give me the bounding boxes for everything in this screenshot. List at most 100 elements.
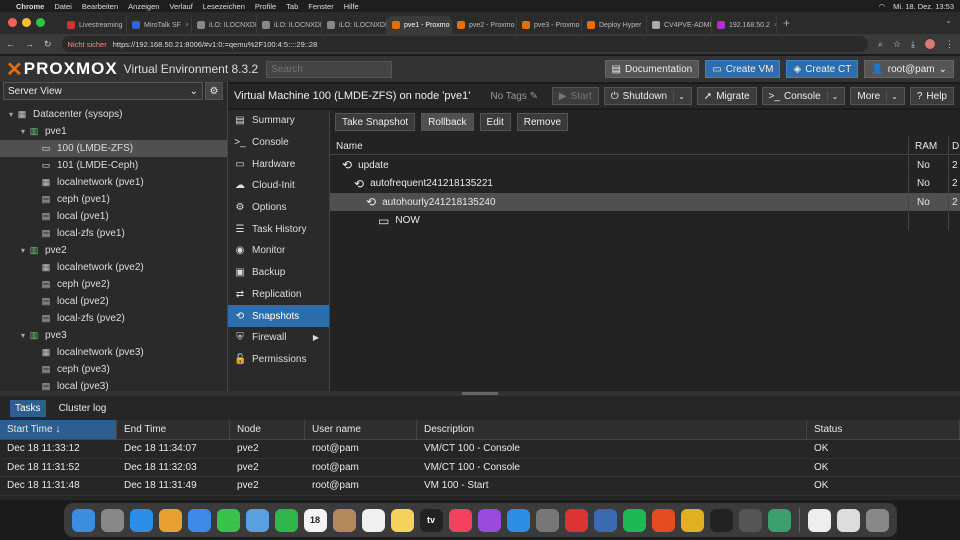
- column-date[interactable]: D: [948, 137, 960, 154]
- zoom-icon[interactable]: ⌕: [878, 39, 883, 50]
- user-menu-button[interactable]: 👤 root@pam ⌄: [864, 60, 954, 78]
- tree-item[interactable]: ▦ localnetwork (pve2): [0, 259, 227, 276]
- menu-item[interactable]: Fenster: [308, 2, 333, 11]
- browser-tab[interactable]: iLO: ILOCNXDI×: [322, 16, 387, 34]
- tree-item[interactable]: ▤ ceph (pve1): [0, 191, 227, 208]
- pencil-icon[interactable]: ✎: [530, 91, 538, 102]
- tree-item[interactable]: ▾ ▥ pve3: [0, 327, 227, 344]
- task-row[interactable]: Dec 18 11:33:12 Dec 18 11:34:07 pve2 root@p…: [0, 440, 960, 459]
- calculator-icon[interactable]: [738, 508, 762, 532]
- clock[interactable]: Mi. 18. Dez. 13:53: [893, 2, 954, 11]
- nav-item-hardware[interactable]: ▭ Hardware: [228, 153, 329, 175]
- bookmark-star-icon[interactable]: ☆: [893, 39, 901, 50]
- chevron-down-icon[interactable]: ▾: [18, 246, 28, 255]
- snapshot-row[interactable]: ⟲ update No 2: [330, 156, 960, 174]
- tree-item[interactable]: ▦ localnetwork (pve3): [0, 344, 227, 361]
- column-description[interactable]: Description: [417, 420, 807, 439]
- preview-icon[interactable]: [836, 508, 860, 532]
- snapshot-row[interactable]: ⟲ autofrequent241218135221 No 2: [330, 174, 960, 193]
- browser-tab[interactable]: pve1 - Proxmo×: [387, 16, 452, 34]
- reminders-icon[interactable]: [361, 508, 385, 532]
- url-text[interactable]: https://192.168.50.21:8006/#v1:0:=qemu%2…: [113, 40, 318, 49]
- nav-item-monitor[interactable]: ◉ Monitor: [228, 240, 329, 262]
- new-tab-button[interactable]: +: [783, 16, 790, 30]
- task-row[interactable]: Dec 18 11:31:48 Dec 18 11:31:49 pve2 root@p…: [0, 477, 960, 496]
- tree-item[interactable]: ▤ local-zfs (pve2): [0, 310, 227, 327]
- anydesk-icon[interactable]: [564, 508, 588, 532]
- address-field[interactable]: Nicht sicher https://192.168.50.21:8006/…: [61, 36, 868, 52]
- column-start-time[interactable]: Start Time ↓: [0, 420, 117, 439]
- browser-tab[interactable]: MiroTalk SF ×: [127, 16, 192, 34]
- wifi-icon[interactable]: ◠: [879, 2, 886, 11]
- tv-icon[interactable]: tv: [419, 508, 443, 532]
- terminal-icon[interactable]: [709, 508, 733, 532]
- documentation-button[interactable]: ▤ Documentation: [604, 60, 700, 78]
- nav-item-console[interactable]: >_ Console: [228, 132, 329, 154]
- snapshot-row[interactable]: ⟲ autohourly241218135240 No 2: [330, 193, 960, 211]
- finder-icon[interactable]: [71, 508, 95, 532]
- launchpad-icon[interactable]: [100, 508, 124, 532]
- tags-editor[interactable]: No Tags ✎: [490, 91, 538, 102]
- nav-item-permissions[interactable]: 🔓 Permissions: [228, 349, 329, 371]
- help-button[interactable]: ? Help: [909, 87, 954, 105]
- messages-icon[interactable]: [216, 508, 240, 532]
- menu-item[interactable]: Datei: [54, 2, 72, 11]
- close-tab-icon[interactable]: ×: [774, 22, 776, 29]
- splitter-grip[interactable]: [462, 392, 498, 395]
- start-button[interactable]: ▶ Start: [551, 87, 599, 105]
- minimize-window-button[interactable]: [22, 18, 31, 27]
- safari-icon[interactable]: [129, 508, 153, 532]
- tab-tasks[interactable]: Tasks: [10, 399, 46, 417]
- nav-item-snapshots[interactable]: ⟲ Snapshots: [228, 305, 329, 327]
- menu-item[interactable]: Profile: [255, 2, 276, 11]
- menu-item[interactable]: Bearbeiten: [82, 2, 118, 11]
- appstore-icon[interactable]: [506, 508, 530, 532]
- create-ct-button[interactable]: ◈ Create CT: [786, 60, 859, 78]
- tree-item[interactable]: ▤ ceph (pve2): [0, 276, 227, 293]
- column-end-time[interactable]: End Time: [117, 420, 230, 439]
- maps-icon[interactable]: [245, 508, 269, 532]
- notes-icon[interactable]: [390, 508, 414, 532]
- mail-icon[interactable]: [187, 508, 211, 532]
- network-radar-icon[interactable]: [593, 508, 617, 532]
- tree-item[interactable]: ▤ ceph (pve3): [0, 361, 227, 378]
- column-ram[interactable]: RAM: [908, 137, 948, 154]
- tree-item[interactable]: ▤ local-zfs (pve1): [0, 225, 227, 242]
- facetime-icon[interactable]: [274, 508, 298, 532]
- rollback-button[interactable]: Rollback: [421, 113, 474, 131]
- music-icon[interactable]: [448, 508, 472, 532]
- migrate-button[interactable]: ➚ Migrate: [696, 87, 757, 105]
- browser-tab[interactable]: iLO: ILOCNXDI×: [192, 16, 257, 34]
- browser-tab[interactable]: iLO: ILOCNXDI×: [257, 16, 322, 34]
- tree-item[interactable]: ▤ local (pve2): [0, 293, 227, 310]
- profile-avatar[interactable]: [925, 39, 935, 49]
- console-button[interactable]: >_ Console ⌄: [761, 87, 846, 105]
- menu-item[interactable]: Verlauf: [169, 2, 192, 11]
- close-tab-icon[interactable]: ×: [185, 22, 189, 29]
- browser-tab[interactable]: Livestreaming×: [62, 16, 127, 34]
- task-row[interactable]: Dec 18 11:31:52 Dec 18 11:32:03 pve2 root@p…: [0, 459, 960, 477]
- shutdown-button[interactable]: ⏻ Shutdown ⌄: [603, 87, 692, 105]
- document-icon[interactable]: [807, 508, 831, 532]
- chevron-right-icon[interactable]: ▶: [313, 333, 319, 342]
- search-input[interactable]: [266, 60, 393, 78]
- download-icon[interactable]: ⤓: [911, 39, 915, 50]
- chrome-icon[interactable]: [680, 508, 704, 532]
- tab-cluster-log[interactable]: Cluster log: [54, 400, 112, 417]
- chevron-down-icon[interactable]: ⌄: [673, 91, 685, 101]
- brave-icon[interactable]: [651, 508, 675, 532]
- chevron-down-icon[interactable]: ⌄: [826, 91, 838, 101]
- browser-tab[interactable]: Deploy Hyper×: [582, 16, 647, 34]
- nav-item-task-history[interactable]: ☰ Task History: [228, 218, 329, 240]
- edit-button[interactable]: Edit: [479, 113, 511, 131]
- forward-icon[interactable]: →: [25, 39, 34, 49]
- browser-tab[interactable]: pve3 - Proxmo×: [517, 16, 582, 34]
- contacts-icon[interactable]: [332, 508, 356, 532]
- take-snapshot-button[interactable]: Take Snapshot: [335, 113, 416, 131]
- tree-item[interactable]: ▤ local (pve1): [0, 208, 227, 225]
- nav-item-options[interactable]: ⚙ Options: [228, 197, 329, 219]
- browser-tab[interactable]: CV4PVE-ADMI×: [647, 16, 712, 34]
- menu-item[interactable]: Anzeigen: [128, 2, 159, 11]
- column-user[interactable]: User name: [305, 420, 417, 439]
- tab-search-icon[interactable]: ⌄: [945, 16, 952, 25]
